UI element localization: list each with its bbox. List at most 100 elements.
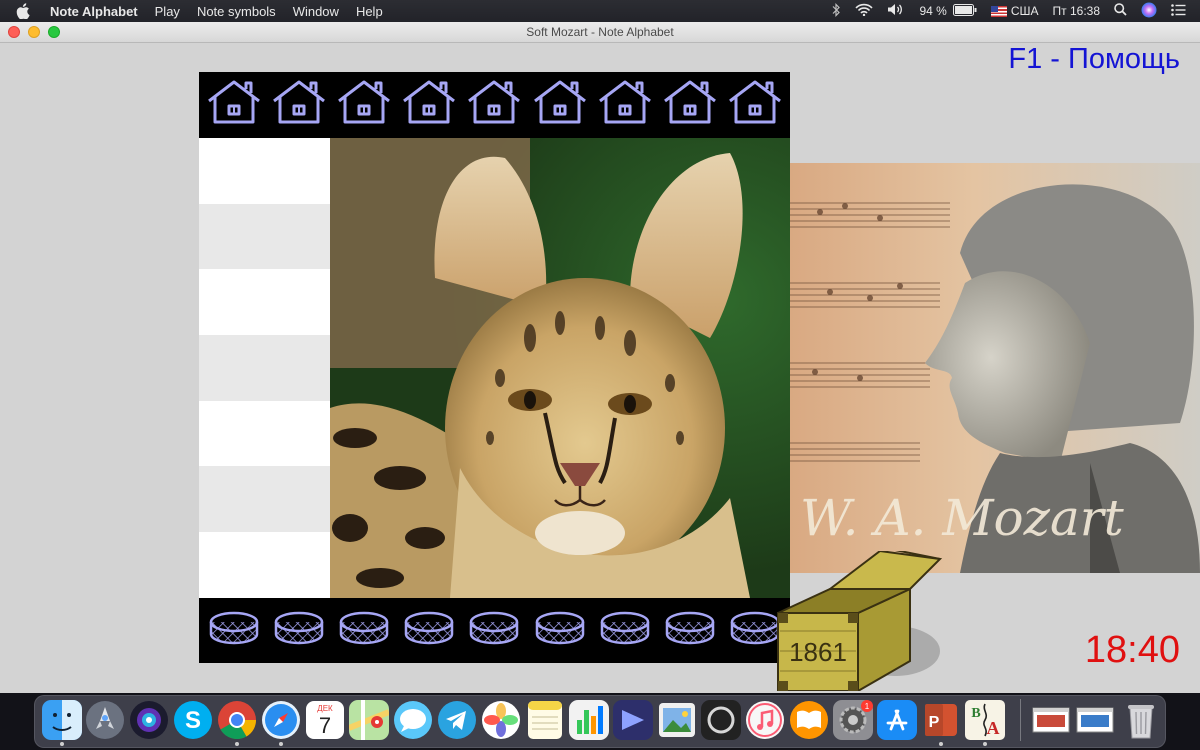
- minimized-window-thumbnail[interactable]: [1031, 700, 1071, 740]
- house-icon[interactable]: [662, 78, 718, 131]
- basket-row: [199, 598, 790, 663]
- house-icon[interactable]: [271, 78, 327, 131]
- app-store-icon[interactable]: [877, 700, 917, 740]
- window-controls: [8, 26, 60, 38]
- mozart-signature: W. A. Mozart: [800, 489, 1125, 547]
- safari-icon[interactable]: [261, 700, 301, 740]
- window-title: Soft Mozart - Note Alphabet: [526, 25, 674, 39]
- launchpad-icon[interactable]: [85, 700, 125, 740]
- menu-play[interactable]: Play: [155, 4, 180, 19]
- basket-icon[interactable]: [403, 608, 455, 653]
- staff-space[interactable]: [199, 335, 330, 401]
- update-badge: 1: [865, 702, 870, 711]
- wifi-icon[interactable]: [855, 3, 874, 19]
- treasure-chest[interactable]: 1861: [770, 547, 950, 693]
- system-preferences-icon[interactable]: 1: [833, 700, 873, 740]
- help-hint[interactable]: F1 - Помощь: [1008, 43, 1180, 76]
- calendar-day: 7: [319, 713, 331, 738]
- basket-icon[interactable]: [208, 608, 260, 653]
- zoom-window-button[interactable]: [48, 26, 60, 38]
- siri-icon[interactable]: [1141, 2, 1157, 21]
- basket-icon[interactable]: [599, 608, 651, 653]
- siri-app-icon[interactable]: [129, 700, 169, 740]
- basket-icon[interactable]: [338, 608, 390, 653]
- trash-icon[interactable]: [1121, 700, 1161, 740]
- spotlight-search-icon[interactable]: [1114, 3, 1127, 19]
- preview-icon[interactable]: [657, 700, 697, 740]
- status-area: 94 % США Пт 16:38: [831, 0, 1200, 22]
- running-indicator: [939, 742, 943, 746]
- maps-icon[interactable]: [349, 700, 389, 740]
- app-canvas: F1 - Помощь W. A. Mozart 1861 18:40: [0, 43, 1200, 693]
- svg-text:P: P: [929, 714, 940, 731]
- staff-line[interactable]: [199, 269, 330, 336]
- photos-icon[interactable]: [481, 700, 521, 740]
- powerpoint-icon[interactable]: P: [921, 700, 961, 740]
- us-flag-icon: [990, 6, 1007, 18]
- staff-line[interactable]: [199, 138, 330, 204]
- skype-icon[interactable]: S: [173, 700, 213, 740]
- menu-bar: Note Alphabet Play Note symbols Window H…: [0, 0, 1200, 22]
- dock: S ДЕК 7 1 P BA: [0, 693, 1200, 750]
- itunes-icon[interactable]: [745, 700, 785, 740]
- circle-app-icon[interactable]: [701, 700, 741, 740]
- close-window-button[interactable]: [8, 26, 20, 38]
- menu-app-name[interactable]: Note Alphabet: [50, 4, 138, 19]
- minimize-window-button[interactable]: [28, 26, 40, 38]
- input-source[interactable]: США: [990, 4, 1039, 18]
- countdown-timer: 18:40: [1084, 629, 1180, 671]
- basket-icon[interactable]: [273, 608, 325, 653]
- menu-help[interactable]: Help: [356, 4, 383, 19]
- window-titlebar[interactable]: Soft Mozart - Note Alphabet: [0, 22, 1200, 43]
- menu-window[interactable]: Window: [293, 4, 339, 19]
- finder-icon[interactable]: [42, 700, 82, 740]
- running-indicator: [235, 742, 239, 746]
- notes-icon[interactable]: [525, 700, 565, 740]
- imovie-icon[interactable]: [613, 700, 653, 740]
- svg-text:B: B: [971, 706, 980, 721]
- apple-menu-icon[interactable]: [16, 0, 34, 22]
- bluetooth-icon[interactable]: [831, 2, 841, 20]
- running-indicator: [983, 742, 987, 746]
- house-row: [199, 72, 790, 137]
- staff-line[interactable]: [199, 532, 330, 598]
- menu-note-symbols[interactable]: Note symbols: [197, 4, 276, 19]
- house-icon[interactable]: [597, 78, 653, 131]
- books-icon[interactable]: [789, 700, 829, 740]
- house-icon[interactable]: [401, 78, 457, 131]
- serval-cat-picture: [330, 138, 790, 598]
- soft-mozart-app-icon[interactable]: BA: [965, 700, 1005, 740]
- basket-icon[interactable]: [664, 608, 716, 653]
- chrome-icon[interactable]: [217, 700, 257, 740]
- house-icon[interactable]: [206, 78, 262, 131]
- house-icon[interactable]: [336, 78, 392, 131]
- staff-line[interactable]: [199, 400, 330, 467]
- battery-percent[interactable]: 94 %: [919, 4, 946, 18]
- mozart-portrait: W. A. Mozart: [790, 163, 1200, 573]
- calendar-icon[interactable]: ДЕК 7: [305, 700, 345, 740]
- game-board: [199, 72, 790, 663]
- running-indicator: [60, 742, 64, 746]
- battery-icon[interactable]: [952, 3, 977, 19]
- house-icon[interactable]: [466, 78, 522, 131]
- basket-icon[interactable]: [468, 608, 520, 653]
- messages-icon[interactable]: [393, 700, 433, 740]
- note-staff-lines: [199, 138, 330, 598]
- house-icon[interactable]: [532, 78, 588, 131]
- volume-icon[interactable]: [887, 3, 905, 19]
- notification-center-icon[interactable]: [1171, 3, 1186, 19]
- telegram-icon[interactable]: [437, 700, 477, 740]
- dock-separator: [1020, 699, 1021, 741]
- keyboard-layout-label: США: [1010, 4, 1039, 18]
- basket-icon[interactable]: [534, 608, 586, 653]
- staff-space[interactable]: [199, 466, 330, 533]
- svg-text:S: S: [185, 707, 201, 734]
- svg-text:A: A: [987, 718, 1000, 738]
- numbers-icon[interactable]: [569, 700, 609, 740]
- calendar-month: ДЕК: [317, 704, 333, 713]
- minimized-window-thumbnail[interactable]: [1075, 700, 1115, 740]
- staff-space[interactable]: [199, 203, 330, 270]
- house-icon[interactable]: [727, 78, 783, 131]
- clock-menu[interactable]: Пт 16:38: [1053, 4, 1100, 18]
- running-indicator: [279, 742, 283, 746]
